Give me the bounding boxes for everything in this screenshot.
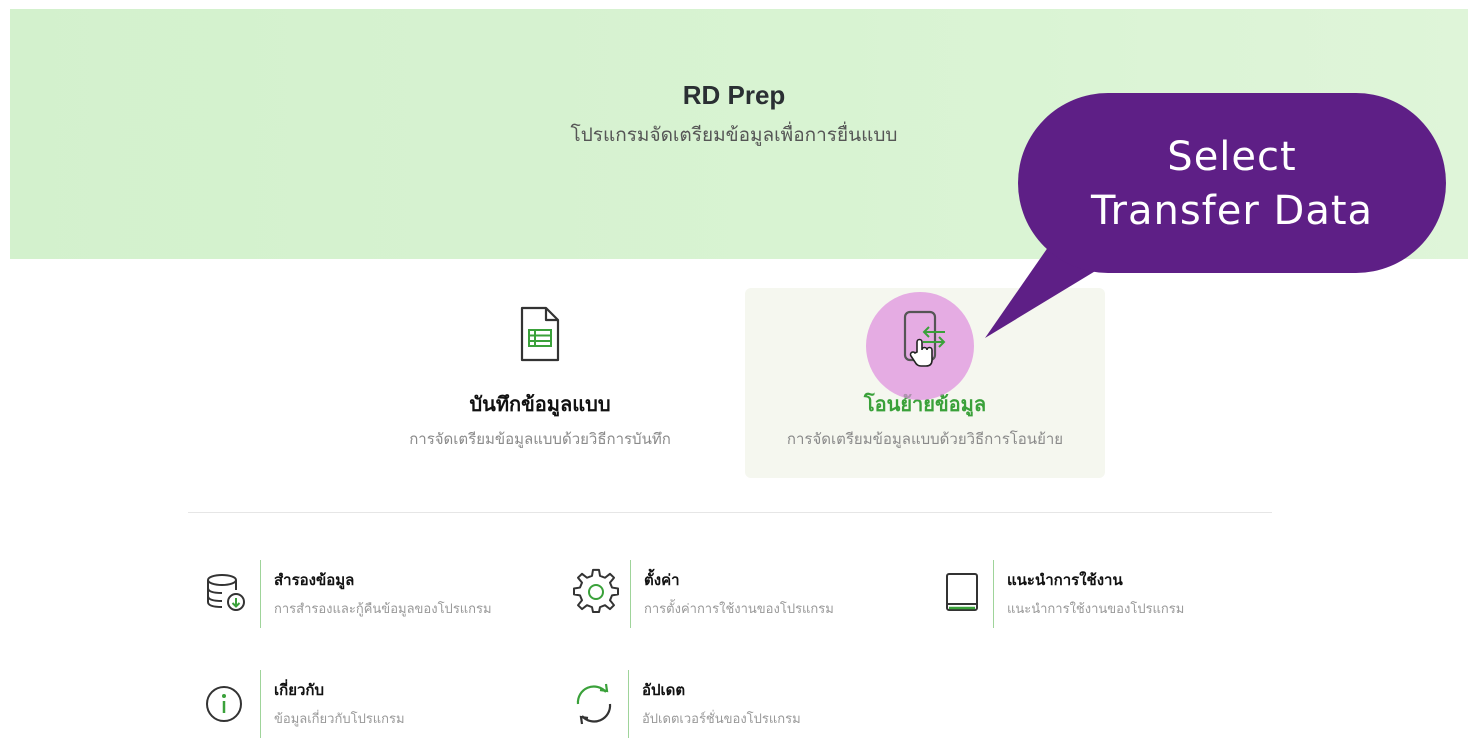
transfer-icon bbox=[895, 306, 955, 390]
book-icon bbox=[935, 568, 983, 616]
menu-divider bbox=[630, 560, 631, 628]
record-data-title: บันทึกข้อมูลแบบ bbox=[469, 392, 611, 416]
document-list-icon bbox=[518, 306, 562, 366]
update-title: อัปเดต bbox=[642, 681, 686, 699]
record-data-description: การจัดเตรียมข้อมูลแบบด้วยวิธีการบันทึก bbox=[409, 430, 671, 448]
gear-icon bbox=[572, 568, 620, 616]
info-icon bbox=[202, 678, 250, 726]
settings-title: ตั้งค่า bbox=[644, 571, 680, 589]
callout-bubble: Select Transfer Data bbox=[1018, 93, 1446, 273]
guide-description: แนะนำการใช้งานของโปรแกรม bbox=[1007, 602, 1185, 617]
section-divider bbox=[188, 512, 1272, 513]
backup-title: สำรองข้อมูล bbox=[274, 571, 355, 589]
menu-divider bbox=[260, 670, 261, 738]
menu-divider bbox=[260, 560, 261, 628]
settings-description: การตั้งค่าการใช้งานของโปรแกรม bbox=[644, 602, 834, 617]
about-title: เกี่ยวกับ bbox=[274, 681, 325, 699]
transfer-data-option[interactable]: โอนย้ายข้อมูล การจัดเตรียมข้อมูลแบบด้วยว… bbox=[745, 288, 1105, 478]
menu-divider bbox=[628, 670, 629, 738]
record-data-option[interactable]: บันทึกข้อมูลแบบ การจัดเตรียมข้อมูลแบบด้ว… bbox=[360, 288, 720, 478]
database-download-icon bbox=[202, 568, 250, 616]
callout-line-1: Select bbox=[1167, 134, 1297, 180]
transfer-data-description: การจัดเตรียมข้อมูลแบบด้วยวิธีการโอนย้าย bbox=[786, 430, 1064, 448]
update-description: อัปเดตเวอร์ชั่นของโปรแกรม bbox=[642, 712, 801, 727]
guide-title: แนะนำการใช้งาน bbox=[1007, 571, 1123, 589]
refresh-icon bbox=[570, 678, 618, 726]
backup-description: การสำรองและกู้คืนข้อมูลของโปรแกรม bbox=[274, 602, 492, 617]
callout-line-2: Transfer Data bbox=[1090, 188, 1374, 234]
about-description: ข้อมูลเกี่ยวกับโปรแกรม bbox=[274, 712, 405, 727]
menu-divider bbox=[993, 560, 994, 628]
